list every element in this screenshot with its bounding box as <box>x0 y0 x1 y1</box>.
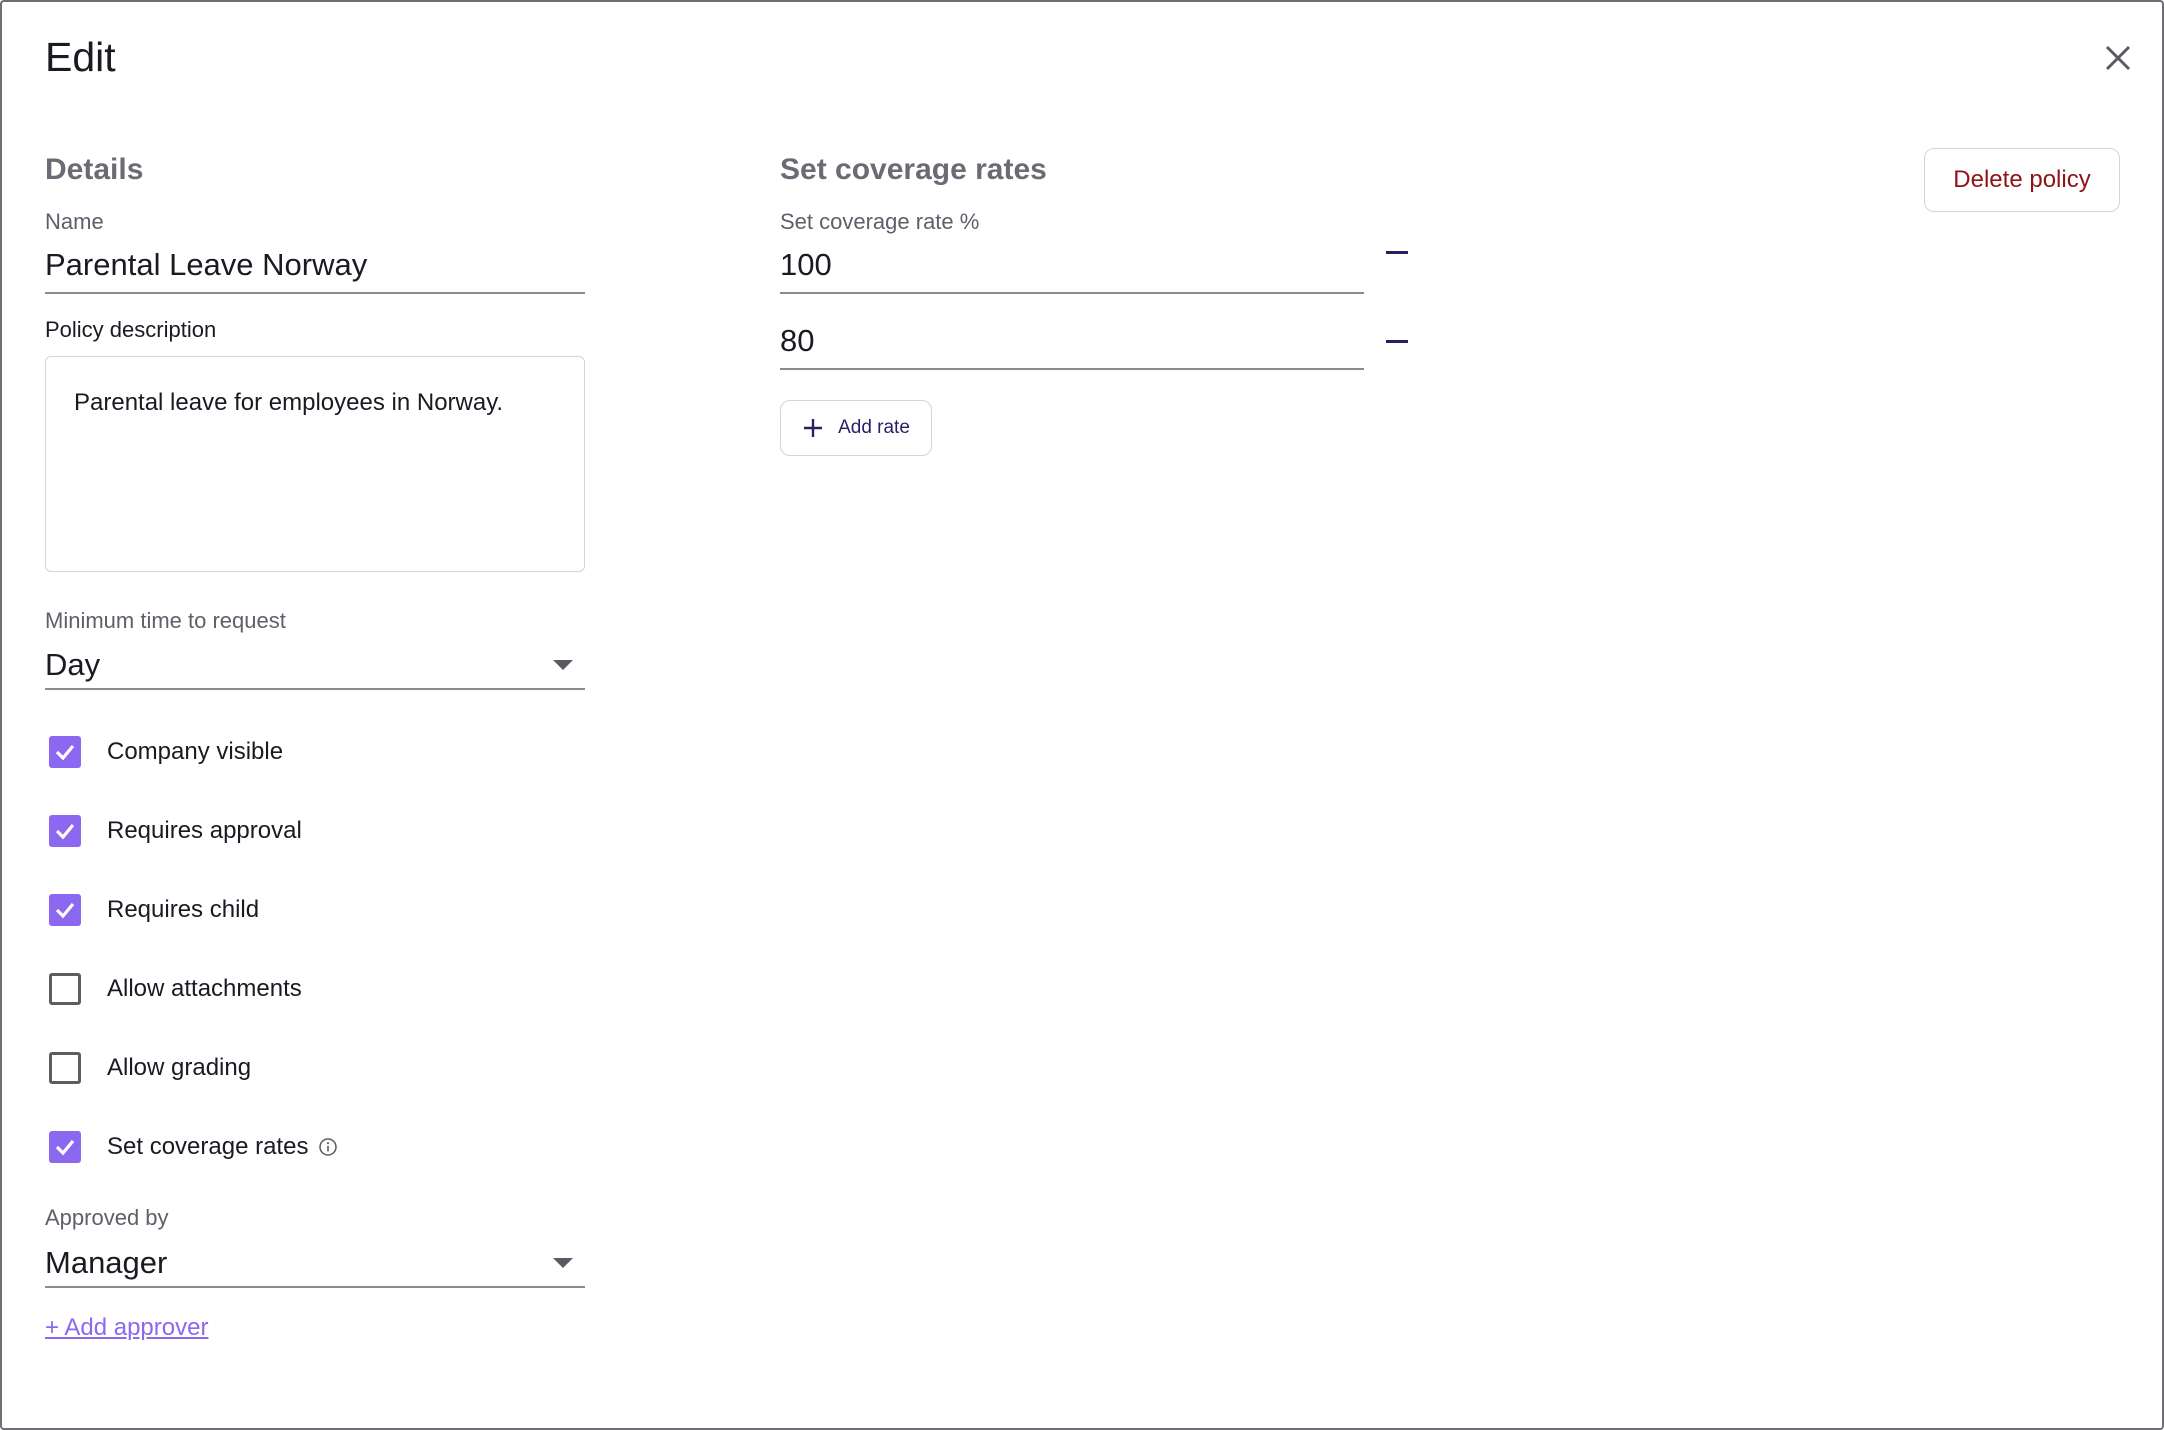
coverage-rate-input[interactable] <box>780 318 1364 364</box>
dialog-title: Edit <box>45 34 116 80</box>
info-icon[interactable] <box>318 1137 338 1157</box>
checkbox-label: Allow attachments <box>107 975 302 1002</box>
checkmark-icon <box>55 744 75 761</box>
edit-dialog: Edit Details Name Policy description Par… <box>0 0 2164 1430</box>
checkbox-company-visible[interactable]: Company visible <box>45 732 283 772</box>
checkbox-box[interactable] <box>49 736 81 768</box>
checkbox-box[interactable] <box>49 1052 81 1084</box>
minimum-time-value: Day <box>45 647 101 682</box>
minimum-time-label: Minimum time to request <box>45 608 286 633</box>
name-input[interactable] <box>45 242 585 288</box>
close-icon <box>2105 45 2131 71</box>
checkbox-requires-approval[interactable]: Requires approval <box>45 811 302 851</box>
checkbox-box[interactable] <box>49 973 81 1005</box>
checkmark-icon <box>55 1139 75 1156</box>
approved-by-select[interactable]: Manager <box>45 1240 585 1288</box>
remove-rate-button[interactable] <box>1382 237 1412 267</box>
approved-by-label: Approved by <box>45 1205 169 1230</box>
close-button[interactable] <box>2098 38 2138 78</box>
checkbox-label: Company visible <box>107 738 284 765</box>
checkbox-label: Requires child <box>107 896 260 923</box>
checkbox-box[interactable] <box>49 815 81 847</box>
checkbox-box[interactable] <box>49 1131 81 1163</box>
checkbox-label: Requires approval <box>107 817 302 844</box>
checkbox-allow-attachments[interactable]: Allow attachments <box>45 969 302 1009</box>
checkbox-box[interactable] <box>49 894 81 926</box>
add-rate-button[interactable]: Add rate <box>780 400 932 456</box>
name-field[interactable] <box>45 242 585 294</box>
chevron-down-icon <box>553 1258 573 1268</box>
chevron-down-icon <box>553 660 573 670</box>
checkbox-label: Set coverage rates <box>107 1133 309 1160</box>
delete-policy-button[interactable]: Delete policy <box>1924 148 2120 212</box>
checkbox-set-coverage-rates[interactable]: Set coverage rates <box>45 1127 338 1167</box>
checkmark-icon <box>55 823 75 840</box>
policy-description-label: Policy description <box>45 317 217 342</box>
checkbox-label: Allow grading <box>107 1054 252 1081</box>
coverage-rate-field[interactable] <box>780 242 1364 294</box>
remove-rate-button[interactable] <box>1382 326 1412 356</box>
coverage-rate-label: Set coverage rate % <box>780 209 980 234</box>
coverage-heading: Set coverage rates <box>780 153 1047 186</box>
approved-by-value: Manager <box>45 1245 168 1280</box>
checkbox-allow-grading[interactable]: Allow grading <box>45 1048 251 1088</box>
details-heading: Details <box>45 153 144 186</box>
coverage-rate-field[interactable] <box>780 318 1364 370</box>
add-approver-link[interactable]: + Add approver <box>45 1312 208 1344</box>
minimum-time-select[interactable]: Day <box>45 642 585 690</box>
checkmark-icon <box>55 902 75 919</box>
policy-description-textarea[interactable]: Parental leave for employees in Norway. <box>45 356 585 572</box>
plus-icon <box>804 419 823 437</box>
delete-policy-label: Delete policy <box>1953 166 2091 193</box>
checkbox-requires-child[interactable]: Requires child <box>45 890 259 930</box>
add-rate-label: Add rate <box>838 417 910 438</box>
coverage-rate-input[interactable] <box>780 242 1364 288</box>
name-label: Name <box>45 209 104 234</box>
